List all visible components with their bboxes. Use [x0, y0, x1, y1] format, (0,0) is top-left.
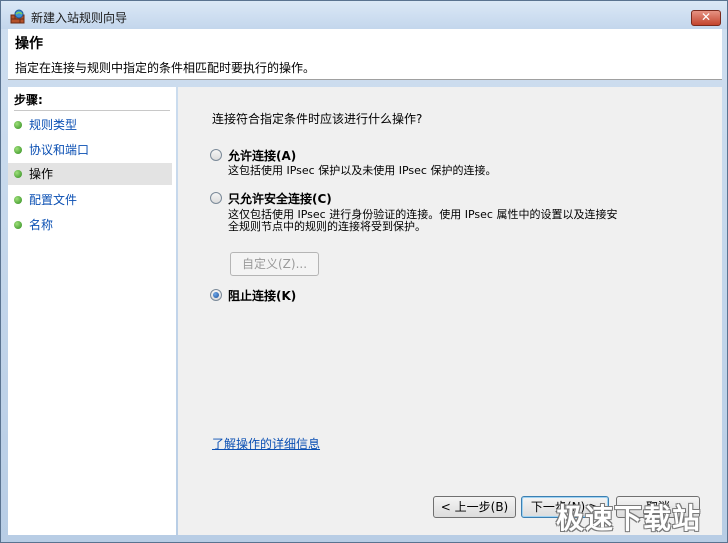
- main-content: 连接符合指定条件时应该进行什么操作? 允许连接(A) 这包括使用 IPsec 保…: [178, 87, 722, 535]
- block-connection-radio[interactable]: [210, 289, 222, 301]
- step-label: 操作: [29, 167, 54, 181]
- step-bullet-icon: [14, 170, 22, 178]
- secure-connection-label[interactable]: 只允许安全连接(C): [228, 190, 332, 207]
- allow-connection-label[interactable]: 允许连接(A): [228, 147, 296, 164]
- watermark-logo: 极速下载站: [556, 502, 702, 535]
- step-bullet-icon: [14, 196, 22, 204]
- step-label: 协议和端口: [29, 143, 90, 157]
- firewall-icon: [10, 9, 25, 24]
- window-title: 新建入站规则向导: [31, 11, 128, 25]
- allow-connection-radio[interactable]: [210, 149, 222, 161]
- step-bullet-icon: [14, 146, 22, 154]
- steps-divider: [14, 110, 170, 111]
- title-bar[interactable]: 新建入站规则向导 ✕: [1, 1, 727, 29]
- step-label: 配置文件: [29, 193, 78, 207]
- step-rule-type[interactable]: 规则类型: [8, 114, 172, 136]
- wizard-window: 新建入站规则向导 ✕ 操作 指定在连接与规则中指定的条件相匹配时要执行的操作。 …: [0, 0, 728, 543]
- secure-connection-description-line2: 全规则节点中的规则的连接将受到保护。: [228, 220, 426, 233]
- allow-connection-description: 这包括使用 IPsec 保护以及未使用 IPsec 保护的连接。: [228, 164, 497, 177]
- step-bullet-icon: [14, 221, 22, 229]
- secure-connection-radio[interactable]: [210, 192, 222, 204]
- close-icon: ✕: [700, 10, 712, 24]
- step-action[interactable]: 操作: [8, 163, 172, 185]
- step-bullet-icon: [14, 121, 22, 129]
- step-name[interactable]: 名称: [8, 214, 172, 236]
- close-button[interactable]: ✕: [691, 10, 721, 26]
- block-connection-label[interactable]: 阻止连接(K): [228, 287, 296, 304]
- page-title: 操作: [15, 36, 43, 52]
- step-label: 规则类型: [29, 118, 78, 132]
- back-button[interactable]: < 上一步(B): [433, 496, 516, 518]
- action-question: 连接符合指定条件时应该进行什么操作?: [212, 112, 423, 126]
- help-link[interactable]: 了解操作的详细信息: [212, 435, 320, 452]
- step-protocol-port[interactable]: 协议和端口: [8, 139, 172, 161]
- customize-button[interactable]: 自定义(Z)...: [230, 252, 319, 276]
- wizard-header: 操作 指定在连接与规则中指定的条件相匹配时要执行的操作。: [8, 29, 722, 80]
- steps-label: 步骤:: [14, 93, 43, 107]
- step-profile[interactable]: 配置文件: [8, 189, 172, 211]
- step-label: 名称: [29, 218, 54, 232]
- steps-sidebar: 步骤: 规则类型 协议和端口 操作 配置文件 名称: [8, 87, 176, 535]
- page-description: 指定在连接与规则中指定的条件相匹配时要执行的操作。: [15, 61, 316, 75]
